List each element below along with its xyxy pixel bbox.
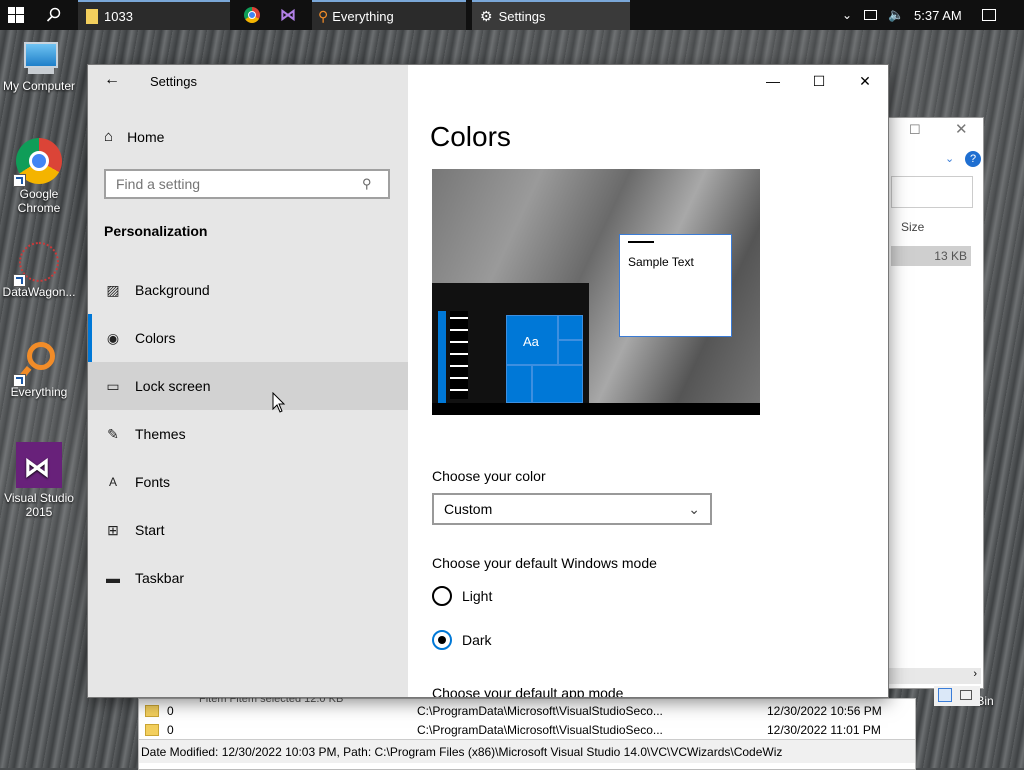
desktop-icon-everything[interactable]: Everything bbox=[0, 342, 79, 399]
page-title: Colors bbox=[430, 121, 511, 152]
taskbar-item-explorer[interactable]: 1033 bbox=[78, 0, 230, 30]
taskbar-icon: ▬ bbox=[106, 570, 120, 586]
start-button[interactable] bbox=[8, 0, 30, 30]
shortcut-arrow-icon bbox=[13, 374, 26, 387]
folder-icon bbox=[145, 723, 159, 736]
horizontal-scrollbar[interactable]: › bbox=[889, 668, 981, 684]
chevron-up-icon: ⌄ bbox=[842, 8, 853, 22]
folder-icon bbox=[86, 8, 98, 24]
preview-start-menu: Aa bbox=[432, 283, 589, 403]
view-toggle[interactable] bbox=[934, 686, 980, 706]
back-button[interactable]: ← bbox=[104, 71, 120, 89]
choose-color-label: Choose your color bbox=[432, 468, 546, 484]
tiles-view-icon bbox=[960, 690, 972, 700]
minimize-button[interactable]: — bbox=[750, 65, 796, 97]
size-column-header[interactable]: Size bbox=[901, 220, 924, 234]
visual-studio-icon: ⋈ bbox=[16, 442, 62, 488]
show-hidden-icons-button[interactable]: ⌄ bbox=[842, 0, 858, 30]
home-icon: ⌂ bbox=[104, 128, 114, 145]
maximize-icon: ☐ bbox=[812, 72, 826, 89]
preview-tile: Aa bbox=[506, 315, 558, 365]
image-icon: ▨ bbox=[106, 281, 120, 298]
radio-circle-selected bbox=[432, 630, 452, 650]
brush-icon: ✎ bbox=[107, 425, 119, 442]
help-icon[interactable]: ? bbox=[965, 151, 981, 167]
status-bar: Date Modified: 12/30/2022 10:03 PM, Path… bbox=[139, 739, 915, 763]
notification-icon bbox=[982, 9, 996, 21]
close-icon: ✕ bbox=[859, 72, 871, 89]
chevron-right-icon: › bbox=[973, 668, 977, 680]
everything-search-icon: ⚲ bbox=[318, 7, 329, 24]
shortcut-arrow-icon bbox=[13, 174, 26, 187]
table-row[interactable]: 0 C:\ProgramData\Microsoft\VisualStudioS… bbox=[139, 720, 915, 739]
app-mode-label: Choose your default app mode bbox=[432, 685, 624, 697]
sidebar-item-colors[interactable]: ◉ Colors bbox=[88, 314, 408, 362]
sidebar-item-background[interactable]: ▨ Background bbox=[88, 266, 408, 314]
close-button[interactable]: ✕ bbox=[842, 65, 888, 97]
folder-icon bbox=[145, 704, 159, 717]
mouse-cursor-icon bbox=[272, 392, 286, 413]
volume-icon[interactable]: 🔈 bbox=[888, 0, 908, 30]
chrome-icon bbox=[244, 7, 260, 23]
find-setting-search[interactable]: ⚲ bbox=[104, 169, 390, 199]
taskbar: 1033 ⋈ ⚲ Everything ⚙ Settings ⌄ 🔈 5:37 … bbox=[0, 0, 1024, 30]
close-icon[interactable]: ✕ bbox=[955, 120, 968, 138]
chevron-down-icon[interactable]: ⌄ bbox=[945, 152, 954, 165]
color-preview: Aa Sample Text bbox=[432, 169, 760, 415]
sidebar-item-themes[interactable]: ✎ Themes bbox=[88, 410, 408, 458]
file-size-cell: 13 KB bbox=[891, 246, 971, 266]
computer-icon bbox=[20, 40, 58, 76]
section-heading: Personalization bbox=[104, 223, 208, 239]
preview-sample-window: Sample Text bbox=[619, 234, 732, 337]
choose-color-dropdown[interactable]: Custom ⌄ bbox=[432, 493, 712, 525]
search-icon[interactable]: ⚲ bbox=[362, 176, 372, 192]
chevron-down-icon: ⌄ bbox=[688, 500, 700, 517]
arrow-left-icon: ← bbox=[104, 71, 120, 88]
address-bar[interactable] bbox=[891, 176, 973, 208]
home-nav-item[interactable]: ⌂ Home bbox=[104, 128, 164, 145]
taskbar-item-visual-studio[interactable]: ⋈ bbox=[280, 0, 302, 30]
gear-icon: ⚙ bbox=[480, 7, 493, 24]
taskbar-item-chrome[interactable] bbox=[244, 0, 266, 30]
shortcut-arrow-icon bbox=[13, 274, 26, 287]
visual-studio-icon: ⋈ bbox=[280, 7, 296, 24]
explorer-window: ☐ ✕ ⌄ ? Size 13 KB › bbox=[888, 117, 984, 689]
network-icon[interactable] bbox=[864, 0, 882, 30]
radio-light[interactable]: Light bbox=[432, 586, 492, 606]
desktop-icon-chrome[interactable]: Google Chrome bbox=[0, 138, 79, 215]
windows-logo-icon bbox=[8, 7, 24, 23]
minimize-icon: — bbox=[766, 73, 780, 89]
search-icon bbox=[46, 7, 61, 22]
sidebar-item-start[interactable]: ⊞ Start bbox=[88, 506, 408, 554]
details-view-icon bbox=[938, 688, 952, 702]
window-title: Settings bbox=[150, 74, 197, 89]
settings-window: ← Settings ⌂ Home ⚲ Personalization ▨ Ba… bbox=[88, 65, 888, 697]
maximize-icon[interactable]: ☐ bbox=[909, 122, 921, 138]
start-icon: ⊞ bbox=[107, 521, 119, 538]
maximize-button[interactable]: ☐ bbox=[796, 65, 842, 97]
windows-mode-label: Choose your default Windows mode bbox=[432, 555, 657, 571]
desktop-icon-datawagon[interactable]: DataWagon... bbox=[0, 242, 79, 299]
taskbar-item-settings[interactable]: ⚙ Settings bbox=[472, 0, 630, 30]
sidebar-item-taskbar[interactable]: ▬ Taskbar bbox=[88, 554, 408, 602]
palette-icon: ◉ bbox=[106, 329, 120, 346]
clock[interactable]: 5:37 AM bbox=[914, 0, 968, 30]
action-center-button[interactable] bbox=[982, 0, 1002, 30]
search-input[interactable] bbox=[106, 175, 358, 193]
taskbar-item-everything[interactable]: ⚲ Everything bbox=[312, 0, 466, 30]
radio-dark[interactable]: Dark bbox=[432, 630, 492, 650]
table-row[interactable]: 0 C:\ProgramData\Microsoft\VisualStudioS… bbox=[139, 701, 915, 720]
settings-content: — ☐ ✕ Colors Aa Sample Text Choose your … bbox=[408, 65, 888, 697]
desktop-icon-my-computer[interactable]: My Computer bbox=[0, 40, 79, 93]
search-button[interactable] bbox=[46, 0, 68, 30]
desktop-icon-visual-studio[interactable]: ⋈ Visual Studio 2015 bbox=[0, 442, 79, 519]
font-icon: A bbox=[108, 475, 117, 489]
lock-screen-icon: ▭ bbox=[106, 377, 120, 394]
sidebar-item-fonts[interactable]: A Fonts bbox=[88, 458, 408, 506]
everything-window: Fitem Fitem selected 12.0 KB 0 C:\Progra… bbox=[138, 693, 916, 770]
radio-circle bbox=[432, 586, 452, 606]
settings-sidebar: ← Settings ⌂ Home ⚲ Personalization ▨ Ba… bbox=[88, 65, 408, 697]
preview-taskbar bbox=[432, 403, 760, 415]
sidebar-item-lock-screen[interactable]: ▭ Lock screen bbox=[88, 362, 408, 410]
